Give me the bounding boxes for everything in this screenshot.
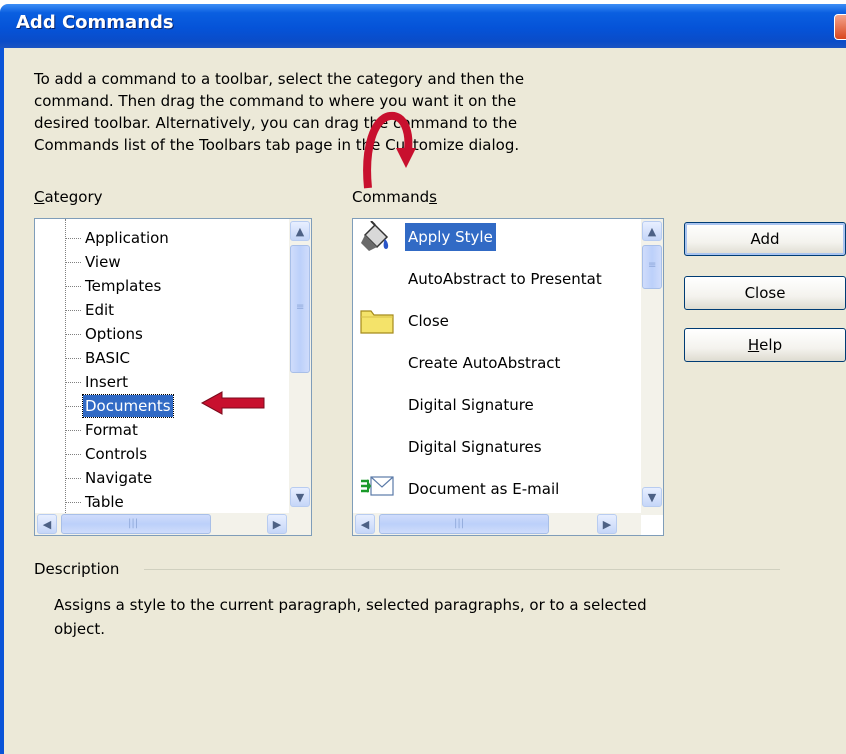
envelope-icon	[359, 473, 395, 503]
tree-connector	[65, 406, 81, 407]
category-horizontal-scrollbar[interactable]: ◀ ||| ▶	[35, 513, 311, 535]
command-item[interactable]: Create AutoAbstract	[405, 349, 563, 377]
category-item[interactable]: Insert	[83, 371, 130, 393]
scroll-left-icon[interactable]: ◀	[37, 514, 57, 534]
description-label: Description	[34, 560, 120, 578]
tree-connector	[65, 310, 81, 311]
command-item[interactable]: Digital Signatures	[405, 433, 545, 461]
command-item[interactable]: Document as E-mail	[405, 475, 562, 503]
category-item[interactable]: Edit	[83, 299, 116, 321]
scroll-down-icon[interactable]: ▼	[642, 487, 662, 507]
category-item[interactable]: Options	[83, 323, 145, 345]
commands-list[interactable]: Apply Style AutoAbstract to Presentat Clos…	[352, 218, 664, 536]
scroll-up-icon[interactable]: ▲	[642, 221, 662, 241]
instruction-line: To add a command to a toolbar, select th…	[34, 70, 525, 88]
category-item[interactable]: Format	[83, 419, 140, 441]
add-button[interactable]: Add	[684, 222, 846, 256]
category-item[interactable]: Templates	[83, 275, 163, 297]
tree-connector	[65, 286, 81, 287]
category-item[interactable]: Application	[83, 227, 171, 249]
command-item[interactable]: Close	[405, 307, 452, 335]
scroll-thumb[interactable]: |||	[61, 514, 211, 534]
annotation-arrow-left-icon	[200, 391, 265, 415]
scroll-down-icon[interactable]: ▼	[290, 487, 310, 507]
scroll-up-icon[interactable]: ▲	[290, 221, 310, 241]
category-item[interactable]: BASIC	[83, 347, 132, 369]
tree-connector	[65, 358, 81, 359]
title-bar[interactable]: Add Commands	[0, 4, 846, 48]
instruction-line: desired toolbar. Alternatively, you can …	[34, 114, 518, 132]
scroll-thumb[interactable]: |||	[379, 514, 549, 534]
tree-connector	[65, 478, 81, 479]
tree-connector	[65, 382, 81, 383]
instructions-text: To add a command to a toolbar, select th…	[34, 68, 674, 156]
close-button[interactable]: Close	[684, 276, 846, 310]
instruction-line: command. Then drag the command to where …	[34, 92, 517, 110]
dialog-body: To add a command to a toolbar, select th…	[0, 48, 846, 754]
folder-icon	[359, 305, 395, 339]
category-item[interactable]: Documents	[82, 394, 174, 418]
command-item[interactable]: Apply Style	[405, 223, 496, 251]
category-list[interactable]: Application View Templates Edit Options BASIC…	[34, 218, 312, 536]
command-item[interactable]: Digital Signature	[405, 391, 537, 419]
scroll-thumb[interactable]: ≡	[642, 245, 662, 289]
commands-vertical-scrollbar[interactable]: ▲ ≡ ▼	[641, 219, 663, 515]
commands-horizontal-scrollbar[interactable]: ◀ ||| ▶	[353, 513, 641, 535]
tree-connector	[65, 334, 81, 335]
tree-connector	[65, 502, 81, 503]
annotation-arrow-curved-icon	[363, 111, 416, 189]
category-label: Category	[34, 188, 103, 206]
description-line: Assigns a style to the current paragraph…	[54, 596, 647, 614]
scroll-thumb[interactable]: ≡	[290, 245, 310, 373]
window-close-button[interactable]	[834, 14, 846, 40]
instruction-line: Commands list of the Toolbars tab page i…	[34, 136, 520, 154]
tree-connector	[65, 454, 81, 455]
command-item[interactable]: AutoAbstract to Presentat	[405, 265, 605, 293]
help-button[interactable]: Help	[684, 328, 846, 362]
window-title: Add Commands	[16, 12, 174, 33]
category-item[interactable]: Controls	[83, 443, 149, 465]
description-separator	[144, 569, 780, 570]
add-commands-dialog: Add Commands To add a command to a toolb…	[0, 0, 846, 754]
category-item[interactable]: Navigate	[83, 467, 154, 489]
category-item[interactable]: Table	[83, 491, 126, 513]
tree-connector	[65, 430, 81, 431]
paint-bucket-icon	[359, 220, 393, 259]
tree-connector	[65, 262, 81, 263]
scroll-right-icon[interactable]: ▶	[597, 514, 617, 534]
scroll-left-icon[interactable]: ◀	[355, 514, 375, 534]
category-vertical-scrollbar[interactable]: ▲ ≡ ▼	[289, 219, 311, 515]
tree-connector	[65, 238, 81, 239]
description-line: object.	[54, 620, 105, 638]
scroll-right-icon[interactable]: ▶	[267, 514, 287, 534]
tree-line	[65, 219, 66, 513]
category-item[interactable]: View	[83, 251, 123, 273]
